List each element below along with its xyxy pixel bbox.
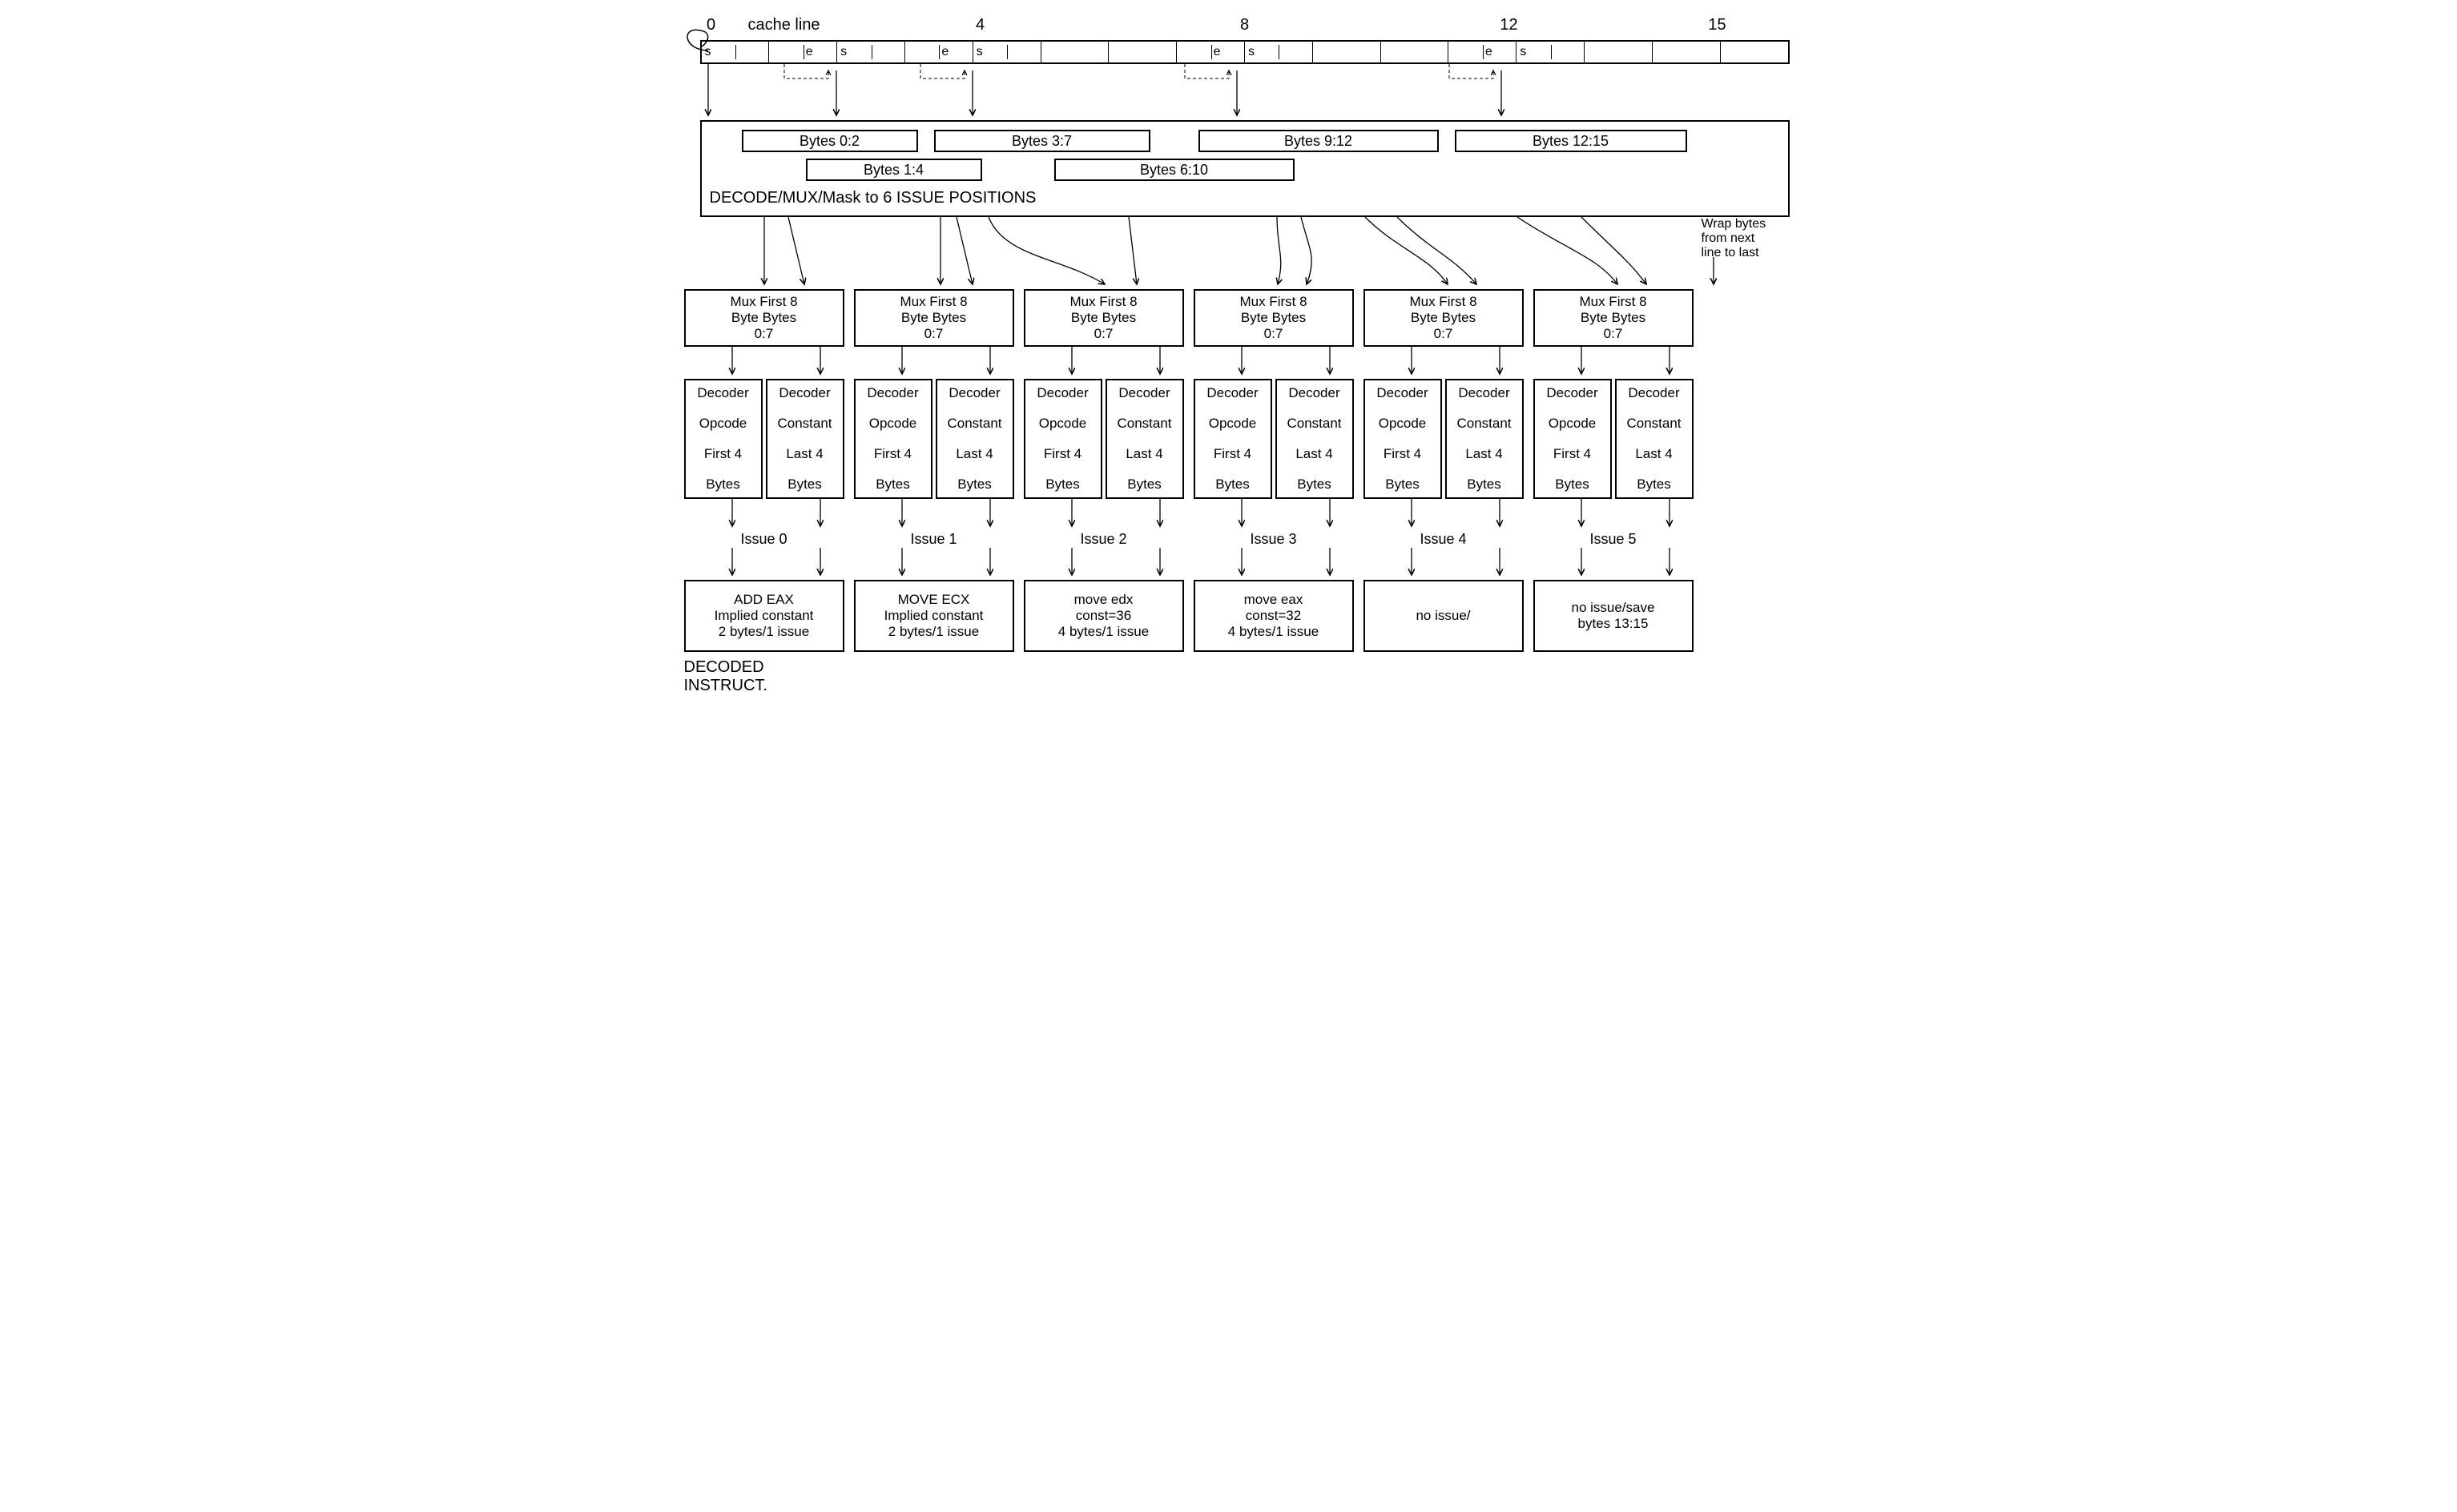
tick-0: 0 xyxy=(707,16,715,34)
arrow-zone-3 xyxy=(684,347,1790,379)
byte-7: e xyxy=(1177,42,1245,62)
bytes-9-12: Bytes 9:12 xyxy=(1198,130,1439,152)
byte-9 xyxy=(1313,42,1381,62)
arrow-zone-1 xyxy=(700,64,1790,120)
result-box-3: move eaxconst=324 bytes/1 issue xyxy=(1194,580,1354,652)
decoder-opcode-2: DecoderOpcodeFirst 4Bytes xyxy=(1024,379,1102,499)
tick-8: 8 xyxy=(1240,16,1249,34)
decode-label: DECODE/MUX/Mask to 6 ISSUE POSITIONS xyxy=(710,189,1780,207)
decoder-opcode-5: DecoderOpcodeFirst 4Bytes xyxy=(1533,379,1612,499)
bytes-0-2: Bytes 0:2 xyxy=(742,130,918,152)
byte-2: s xyxy=(837,42,905,62)
mux-box-1: Mux First 8Byte Bytes0:7 xyxy=(854,289,1014,347)
issue-label-row: Issue 0 Issue 1 Issue 2 Issue 3 Issue 4 Issue… xyxy=(684,531,1790,548)
wrap-bytes-note: Wrap bytes from next line to last xyxy=(1702,217,1798,260)
mux-box-0: Mux First 8Byte Bytes0:7 xyxy=(684,289,844,347)
decoder-opcode-4: DecoderOpcodeFirst 4Bytes xyxy=(1363,379,1442,499)
byte-0: s xyxy=(702,42,770,62)
issue-label-2: Issue 2 xyxy=(1024,531,1184,548)
mux-box-3: Mux First 8Byte Bytes0:7 xyxy=(1194,289,1354,347)
byte-6 xyxy=(1109,42,1177,62)
byte-3: e xyxy=(905,42,973,62)
mux-box-2: Mux First 8Byte Bytes0:7 xyxy=(1024,289,1184,347)
decoder-pair-5: DecoderOpcodeFirst 4BytesDecoderConstant… xyxy=(1533,379,1694,499)
result-row: ADD EAXImplied constant2 bytes/1 issueMO… xyxy=(684,580,1790,652)
issue-label-4: Issue 4 xyxy=(1363,531,1524,548)
result-box-0: ADD EAXImplied constant2 bytes/1 issue xyxy=(684,580,844,652)
result-box-2: move edxconst=364 bytes/1 issue xyxy=(1024,580,1184,652)
byte-4: s xyxy=(973,42,1041,62)
decoder-constant-0: DecoderConstantLast 4Bytes xyxy=(766,379,844,499)
decoder-opcode-3: DecoderOpcodeFirst 4Bytes xyxy=(1194,379,1272,499)
byte-8: s xyxy=(1245,42,1313,62)
decoder-pair-3: DecoderOpcodeFirst 4BytesDecoderConstant… xyxy=(1194,379,1354,499)
diagram-root: 0 cache line 4 8 12 15 seseseses xyxy=(668,16,1790,695)
bytes-6-10: Bytes 6:10 xyxy=(1054,159,1295,181)
decoder-row: DecoderOpcodeFirst 4BytesDecoderConstant… xyxy=(684,379,1790,499)
result-box-5: no issue/savebytes 13:15 xyxy=(1533,580,1694,652)
byte-11: e xyxy=(1448,42,1516,62)
byte-5 xyxy=(1041,42,1110,62)
decoder-constant-3: DecoderConstantLast 4Bytes xyxy=(1275,379,1354,499)
decoder-pair-0: DecoderOpcodeFirst 4BytesDecoderConstant… xyxy=(684,379,844,499)
byte-10 xyxy=(1381,42,1449,62)
byte-1: e xyxy=(769,42,837,62)
bytes-12-15: Bytes 12:15 xyxy=(1455,130,1687,152)
decoder-constant-4: DecoderConstantLast 4Bytes xyxy=(1445,379,1524,499)
mux-box-4: Mux First 8Byte Bytes0:7 xyxy=(1363,289,1524,347)
issue-label-1: Issue 1 xyxy=(854,531,1014,548)
decoder-pair-2: DecoderOpcodeFirst 4BytesDecoderConstant… xyxy=(1024,379,1184,499)
decoder-constant-5: DecoderConstantLast 4Bytes xyxy=(1615,379,1694,499)
tick-row: 0 cache line 4 8 12 15 xyxy=(700,16,1790,40)
decoder-pair-1: DecoderOpcodeFirst 4BytesDecoderConstant… xyxy=(854,379,1014,499)
byte-ranges-row2: Bytes 1:4 Bytes 6:10 xyxy=(710,159,1780,183)
byte-15 xyxy=(1721,42,1788,62)
tick-4: 4 xyxy=(976,16,985,34)
decoder-opcode-1: DecoderOpcodeFirst 4Bytes xyxy=(854,379,932,499)
byte-13 xyxy=(1585,42,1653,62)
mux-box-5: Mux First 8Byte Bytes0:7 xyxy=(1533,289,1694,347)
cache-line: seseseses xyxy=(700,40,1790,64)
cache-line-label: cache line xyxy=(748,16,820,34)
decode-mux-box: Bytes 0:2 Bytes 3:7 Bytes 9:12 Bytes 12:… xyxy=(700,120,1790,217)
arrow-zone-5 xyxy=(684,548,1790,580)
result-box-4: no issue/ xyxy=(1363,580,1524,652)
issue-label-3: Issue 3 xyxy=(1194,531,1354,548)
decoder-constant-2: DecoderConstantLast 4Bytes xyxy=(1106,379,1184,499)
mux-row: Mux First 8Byte Bytes0:7Mux First 8Byte … xyxy=(684,289,1790,347)
bytes-1-4: Bytes 1:4 xyxy=(806,159,982,181)
byte-12: s xyxy=(1516,42,1585,62)
decoder-pair-4: DecoderOpcodeFirst 4BytesDecoderConstant… xyxy=(1363,379,1524,499)
tick-12: 12 xyxy=(1500,16,1517,34)
footer-label: DECODED INSTRUCT. xyxy=(684,658,1790,695)
arrow-zone-4 xyxy=(684,499,1790,531)
byte-14 xyxy=(1653,42,1721,62)
issue-label-0: Issue 0 xyxy=(684,531,844,548)
tick-15: 15 xyxy=(1708,16,1726,34)
result-box-1: MOVE ECXImplied constant2 bytes/1 issue xyxy=(854,580,1014,652)
issue-label-5: Issue 5 xyxy=(1533,531,1694,548)
byte-ranges-row1: Bytes 0:2 Bytes 3:7 Bytes 9:12 Bytes 12:… xyxy=(710,130,1780,154)
arrow-zone-2: Wrap bytes from next line to last xyxy=(700,217,1790,289)
decoder-opcode-0: DecoderOpcodeFirst 4Bytes xyxy=(684,379,763,499)
decoder-constant-1: DecoderConstantLast 4Bytes xyxy=(936,379,1014,499)
bytes-3-7: Bytes 3:7 xyxy=(934,130,1150,152)
